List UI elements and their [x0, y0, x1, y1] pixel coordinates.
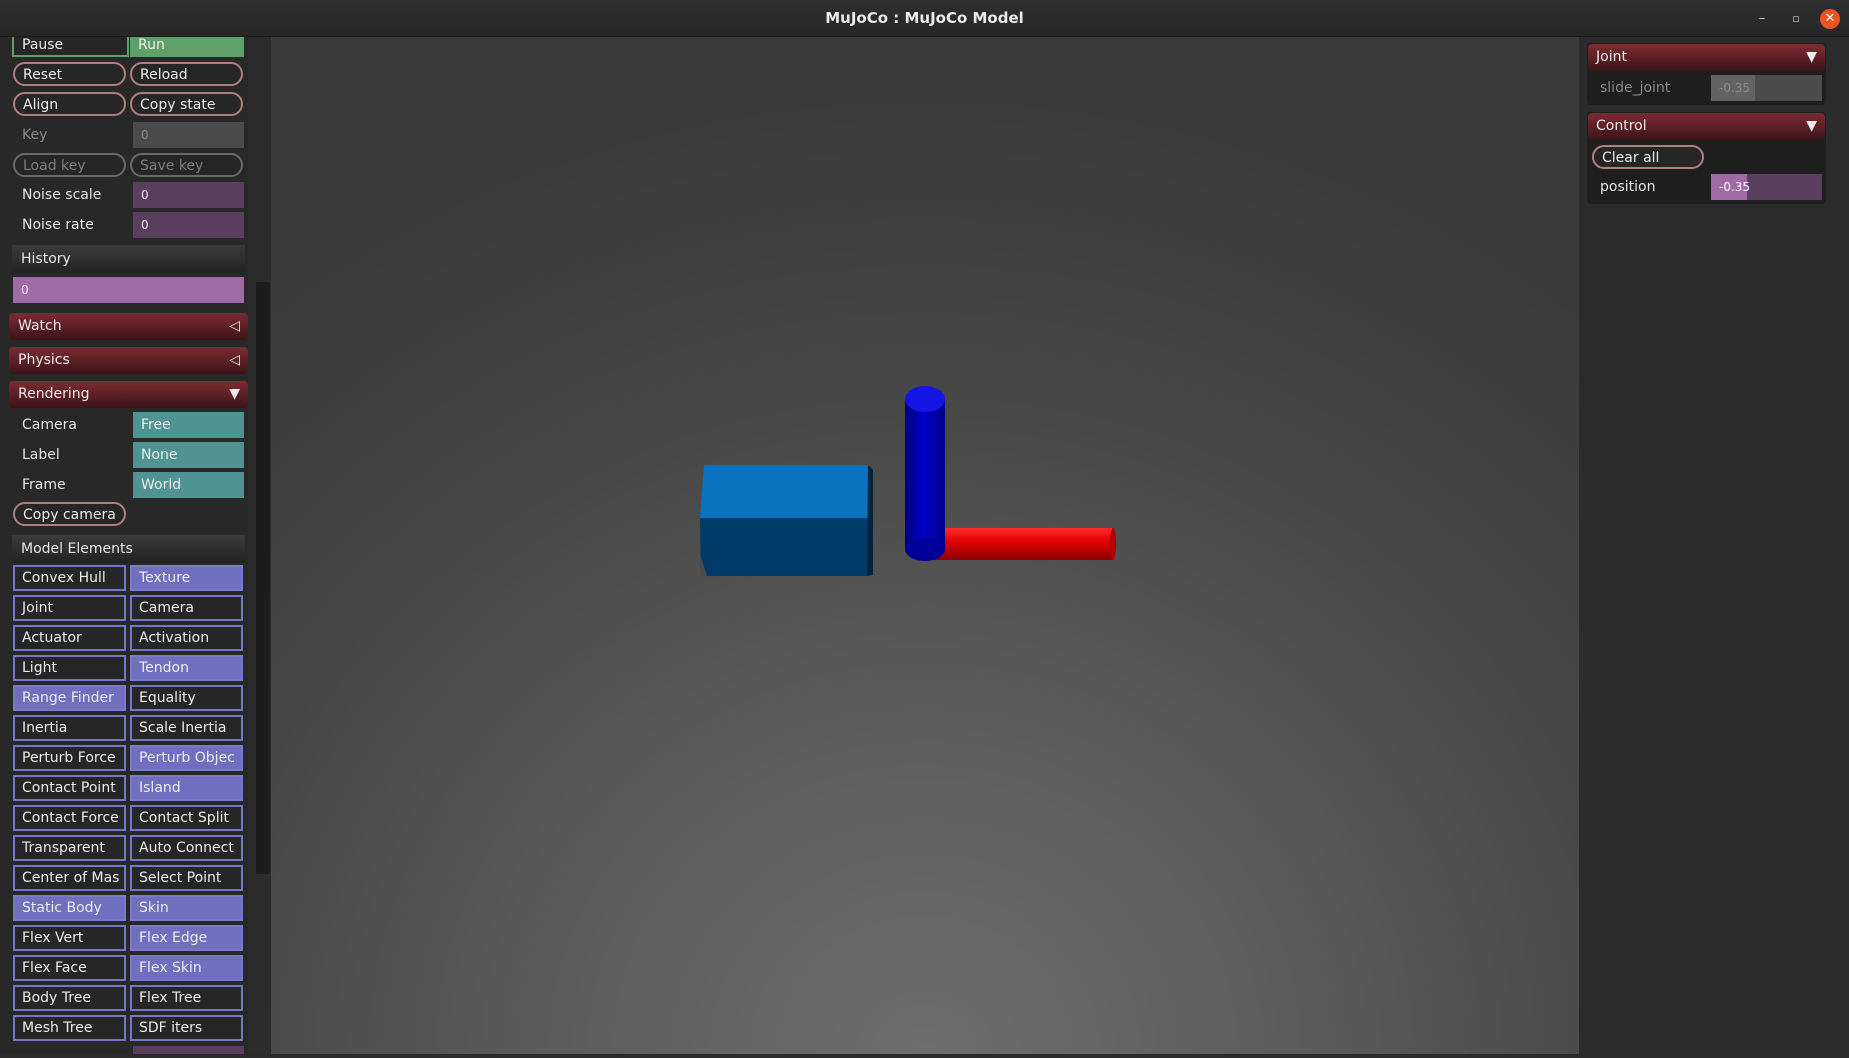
- model-element-toggle[interactable]: Actuator: [13, 625, 126, 651]
- blue-box-geom[interactable]: [700, 465, 873, 576]
- expand-arrow-icon: ▼: [1806, 118, 1817, 134]
- scrollbar-thumb[interactable]: [256, 282, 270, 874]
- model-element-toggle[interactable]: Inertia: [13, 715, 126, 741]
- joint-section-header[interactable]: Joint ▼: [1588, 44, 1825, 71]
- window-titlebar: MuJoCo : MuJoCo Model – ▫ ✕: [0, 0, 1849, 37]
- maximize-icon[interactable]: ▫: [1786, 9, 1806, 29]
- slide-joint-value: -0.35: [1719, 81, 1751, 95]
- model-element-toggle[interactable]: Texture: [130, 565, 243, 591]
- model-element-toggle[interactable]: Scale Inertia: [130, 715, 243, 741]
- scene-svg: [700, 386, 1116, 576]
- window-title: MuJoCo : MuJoCo Model: [825, 9, 1024, 27]
- label-label: Label: [22, 447, 60, 463]
- model-element-toggle[interactable]: Joint: [13, 595, 126, 621]
- label-select[interactable]: None: [133, 442, 244, 468]
- run-label: Run: [138, 37, 165, 53]
- collapse-arrow-icon: ◁: [229, 318, 240, 334]
- noise-scale-field[interactable]: 0: [133, 182, 244, 208]
- model-element-toggle[interactable]: Flex Edge: [130, 925, 243, 951]
- align-button[interactable]: Align: [13, 92, 126, 116]
- model-element-toggle[interactable]: Light: [13, 655, 126, 681]
- model-element-toggle[interactable]: Transparent: [13, 835, 126, 861]
- model-element-toggle[interactable]: Range Finder: [13, 685, 126, 711]
- position-slider[interactable]: -0.35: [1711, 174, 1822, 200]
- noise-rate-field[interactable]: 0: [133, 212, 244, 238]
- box-front-face: [700, 518, 868, 576]
- model-element-toggle[interactable]: Tendon: [130, 655, 243, 681]
- key-field[interactable]: 0: [133, 122, 244, 148]
- model-element-toggle[interactable]: SDF iters: [130, 1015, 243, 1041]
- frame-select[interactable]: World: [133, 472, 244, 498]
- noise-scale-label: Noise scale: [22, 187, 102, 203]
- red-capsule-geom[interactable]: [921, 528, 1116, 560]
- model-element-toggle[interactable]: Camera: [130, 595, 243, 621]
- model-element-toggle[interactable]: Select Point: [130, 865, 243, 891]
- joint-section-label: Joint: [1596, 49, 1627, 65]
- reload-button[interactable]: Reload: [130, 62, 243, 86]
- rendering-section-label: Rendering: [18, 386, 90, 402]
- history-slider[interactable]: 0: [13, 277, 244, 303]
- copy-camera-button[interactable]: Copy camera: [13, 502, 126, 526]
- rendering-section-header[interactable]: Rendering ▼: [9, 381, 248, 408]
- left-ui-panel: Pause Run Reset Reload Align Copy state …: [0, 37, 258, 1054]
- model-element-toggle[interactable]: Mesh Tree: [13, 1015, 126, 1041]
- model-element-toggle[interactable]: Flex Face: [13, 955, 126, 981]
- pause-label: Pause: [22, 37, 64, 53]
- 3d-viewport[interactable]: [271, 37, 1579, 1054]
- copy-state-button[interactable]: Copy state: [130, 92, 243, 116]
- control-section-label: Control: [1596, 118, 1647, 134]
- blue-capsule-geom[interactable]: [905, 386, 945, 561]
- model-element-toggle[interactable]: Convex Hull: [13, 565, 126, 591]
- position-label: position: [1600, 179, 1656, 195]
- model-element-toggle[interactable]: Flex Tree: [130, 985, 243, 1011]
- position-value: -0.35: [1719, 180, 1751, 194]
- expand-arrow-icon: ▼: [229, 386, 240, 402]
- model-element-toggle[interactable]: Flex Skin: [130, 955, 243, 981]
- minimize-icon[interactable]: –: [1752, 9, 1772, 29]
- key-label: Key: [22, 127, 48, 143]
- model-element-toggle[interactable]: Perturb Force: [13, 745, 126, 771]
- watch-section-label: Watch: [18, 318, 62, 334]
- model-element-toggle[interactable]: Static Body: [13, 895, 126, 921]
- model-element-toggle[interactable]: Flex Vert: [13, 925, 126, 951]
- noise-rate-label: Noise rate: [22, 217, 94, 233]
- model-element-toggle[interactable]: Equality: [130, 685, 243, 711]
- model-element-toggle[interactable]: Contact Split: [130, 805, 243, 831]
- model-element-toggle[interactable]: Center of Mas: [13, 865, 126, 891]
- reset-button[interactable]: Reset: [13, 62, 126, 86]
- clear-all-button[interactable]: Clear all: [1592, 145, 1704, 169]
- load-key-button[interactable]: Load key: [13, 153, 126, 177]
- camera-label: Camera: [22, 417, 77, 433]
- run-button[interactable]: Run: [130, 37, 244, 57]
- slide-joint-slider: -0.35: [1711, 75, 1822, 101]
- physics-section-header[interactable]: Physics ◁: [9, 347, 248, 374]
- model-element-toggle[interactable]: Auto Connect: [130, 835, 243, 861]
- partial-slider-field[interactable]: [133, 1046, 244, 1054]
- watch-section-header[interactable]: Watch ◁: [9, 313, 248, 340]
- model-element-toggle[interactable]: Body Tree: [13, 985, 126, 1011]
- expand-arrow-icon: ▼: [1806, 49, 1817, 65]
- model-element-toggle[interactable]: Contact Point: [13, 775, 126, 801]
- frame-label: Frame: [22, 477, 66, 493]
- model-elements-header: Model Elements: [12, 535, 245, 563]
- close-icon[interactable]: ✕: [1820, 9, 1840, 29]
- control-section-header[interactable]: Control ▼: [1588, 113, 1825, 140]
- physics-section-label: Physics: [18, 352, 70, 368]
- camera-select[interactable]: Free: [133, 412, 244, 438]
- box-top-face: [700, 465, 868, 518]
- save-key-button[interactable]: Save key: [130, 153, 243, 177]
- model-element-toggle[interactable]: Contact Force: [13, 805, 126, 831]
- model-element-toggle[interactable]: Activation: [130, 625, 243, 651]
- box-side-face: [867, 465, 873, 576]
- model-element-toggle[interactable]: Island: [130, 775, 243, 801]
- model-element-toggle[interactable]: Perturb Objec: [130, 745, 243, 771]
- history-header: History: [12, 245, 245, 273]
- model-element-toggle[interactable]: Skin: [130, 895, 243, 921]
- pause-button[interactable]: Pause: [12, 37, 129, 57]
- slide-joint-label: slide_joint: [1600, 80, 1671, 96]
- collapse-arrow-icon: ◁: [229, 352, 240, 368]
